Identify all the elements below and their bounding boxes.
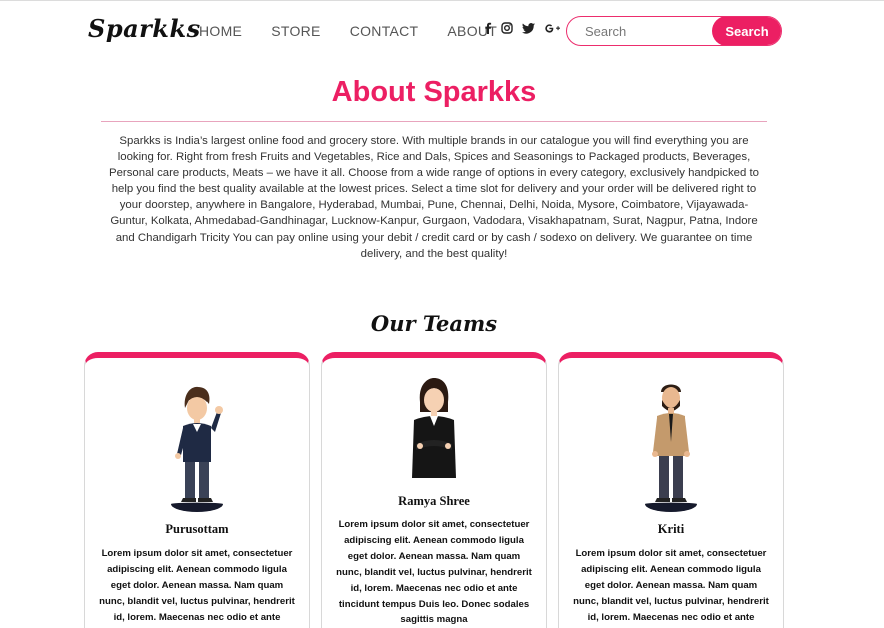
- title-divider: [101, 121, 767, 122]
- team-card-purusottam: Purusottam Lorem ipsum dolor sit amet, c…: [84, 352, 310, 628]
- man-avatar-icon: [171, 386, 223, 512]
- nav-store[interactable]: STORE: [271, 23, 320, 39]
- nav-contact[interactable]: CONTACT: [350, 23, 419, 39]
- member-name: Kriti: [657, 522, 685, 536]
- man-avatar-icon: [645, 384, 697, 512]
- member-name: Ramya Shree: [398, 494, 470, 508]
- member-bio: Lorem ipsum dolor sit amet, consectetuer…: [336, 519, 532, 626]
- search-input[interactable]: [567, 17, 715, 45]
- about-description: Sparkks is India’s largest online food a…: [108, 135, 760, 260]
- team-card-ramya-shree: Ramya Shree Lorem ipsum dolor sit amet, …: [321, 352, 547, 628]
- brand-logo[interactable]: Sparkks: [88, 14, 201, 43]
- page-title: About Sparkks: [331, 76, 537, 108]
- site-header: Sparkks HOME STORE CONTACT ABOUT Search: [86, 12, 786, 52]
- teams-heading: Our Teams: [370, 311, 498, 336]
- woman-avatar-icon: [412, 378, 456, 478]
- nav-home[interactable]: HOME: [199, 23, 242, 39]
- search-button[interactable]: Search: [712, 17, 781, 45]
- instagram-icon[interactable]: [501, 22, 513, 34]
- search-box: Search: [566, 16, 782, 46]
- member-bio: Lorem ipsum dolor sit amet, consectetuer…: [99, 548, 295, 628]
- main-nav: HOME STORE CONTACT ABOUT: [199, 23, 526, 39]
- facebook-icon[interactable]: [484, 22, 492, 34]
- member-name: Purusottam: [165, 522, 229, 536]
- member-bio: Lorem ipsum dolor sit amet, consectetuer…: [573, 548, 769, 628]
- social-links: [484, 22, 570, 34]
- twitter-icon[interactable]: [522, 22, 535, 34]
- google-plus-icon[interactable]: [544, 23, 561, 34]
- top-border: [0, 0, 884, 3]
- team-card-kriti: Kriti Lorem ipsum dolor sit amet, consec…: [558, 352, 784, 628]
